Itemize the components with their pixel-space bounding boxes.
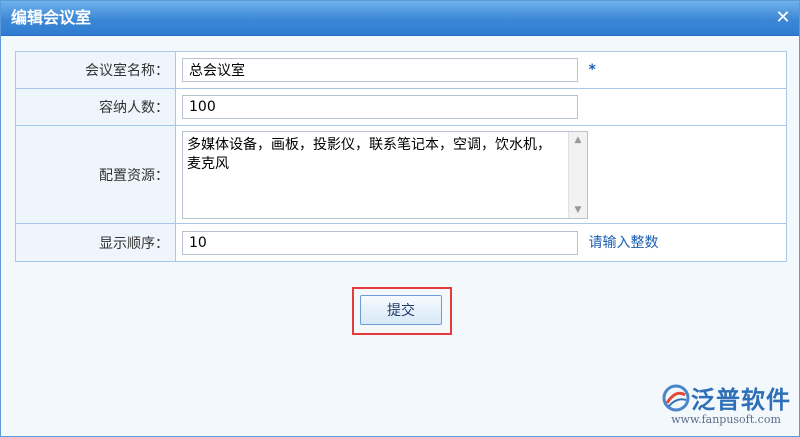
brand-logo: 泛普软件 www.fanpusoft.com xyxy=(661,380,791,426)
brand-url: www.fanpusoft.com xyxy=(671,413,781,426)
form-row-capacity: 容纳人数： xyxy=(15,88,787,126)
room-name-input[interactable] xyxy=(182,58,578,82)
form-row-room-name: 会议室名称： * xyxy=(15,51,787,89)
resources-label: 配置资源： xyxy=(15,125,176,224)
scroll-down-arrow-icon[interactable]: ▼ xyxy=(569,202,587,218)
dialog-title: 编辑会议室 xyxy=(11,8,92,27)
display-order-cell: 请输入整数 xyxy=(175,223,787,262)
meeting-room-form: 会议室名称： * 容纳人数： 配置资源： 多媒体设备，画板，投影仪，联系笔记本，… xyxy=(15,51,787,262)
textarea-scrollbar[interactable]: ▲ ▼ xyxy=(568,131,587,218)
display-order-label: 显示顺序： xyxy=(15,223,176,262)
room-name-label: 会议室名称： xyxy=(15,51,176,89)
room-name-cell: * xyxy=(175,51,787,89)
required-asterisk: * xyxy=(588,62,596,78)
display-order-input[interactable] xyxy=(182,230,578,255)
capacity-input[interactable] xyxy=(182,95,578,119)
integer-hint: 请输入整数 xyxy=(588,234,659,251)
close-icon[interactable]: ✕ xyxy=(773,8,793,28)
edit-meeting-room-dialog: 编辑会议室 ✕ 会议室名称： * 容纳人数： 配置资源： 多媒体设备，画板，投影… xyxy=(0,0,800,437)
resources-cell: 多媒体设备，画板，投影仪，联系笔记本，空调，饮水机，麦克风 ▲ ▼ xyxy=(175,125,787,224)
resources-textarea[interactable]: 多媒体设备，画板，投影仪，联系笔记本，空调，饮水机，麦克风 ▲ ▼ xyxy=(182,130,588,219)
resources-text: 多媒体设备，画板，投影仪，联系笔记本，空调，饮水机，麦克风 xyxy=(187,136,551,172)
brand-name: 泛普软件 xyxy=(691,386,791,414)
form-row-display-order: 显示顺序： 请输入整数 xyxy=(15,223,787,262)
dialog-titlebar: 编辑会议室 ✕ xyxy=(1,1,799,36)
scroll-up-arrow-icon[interactable]: ▲ xyxy=(569,132,587,148)
logo-row: 泛普软件 xyxy=(661,380,791,415)
capacity-cell xyxy=(175,88,787,126)
capacity-label: 容纳人数： xyxy=(15,88,176,126)
form-row-resources: 配置资源： 多媒体设备，画板，投影仪，联系笔记本，空调，饮水机，麦克风 ▲ ▼ xyxy=(15,125,787,224)
brand-swirl-icon xyxy=(662,384,690,411)
submit-button[interactable]: 提交 xyxy=(360,295,442,325)
